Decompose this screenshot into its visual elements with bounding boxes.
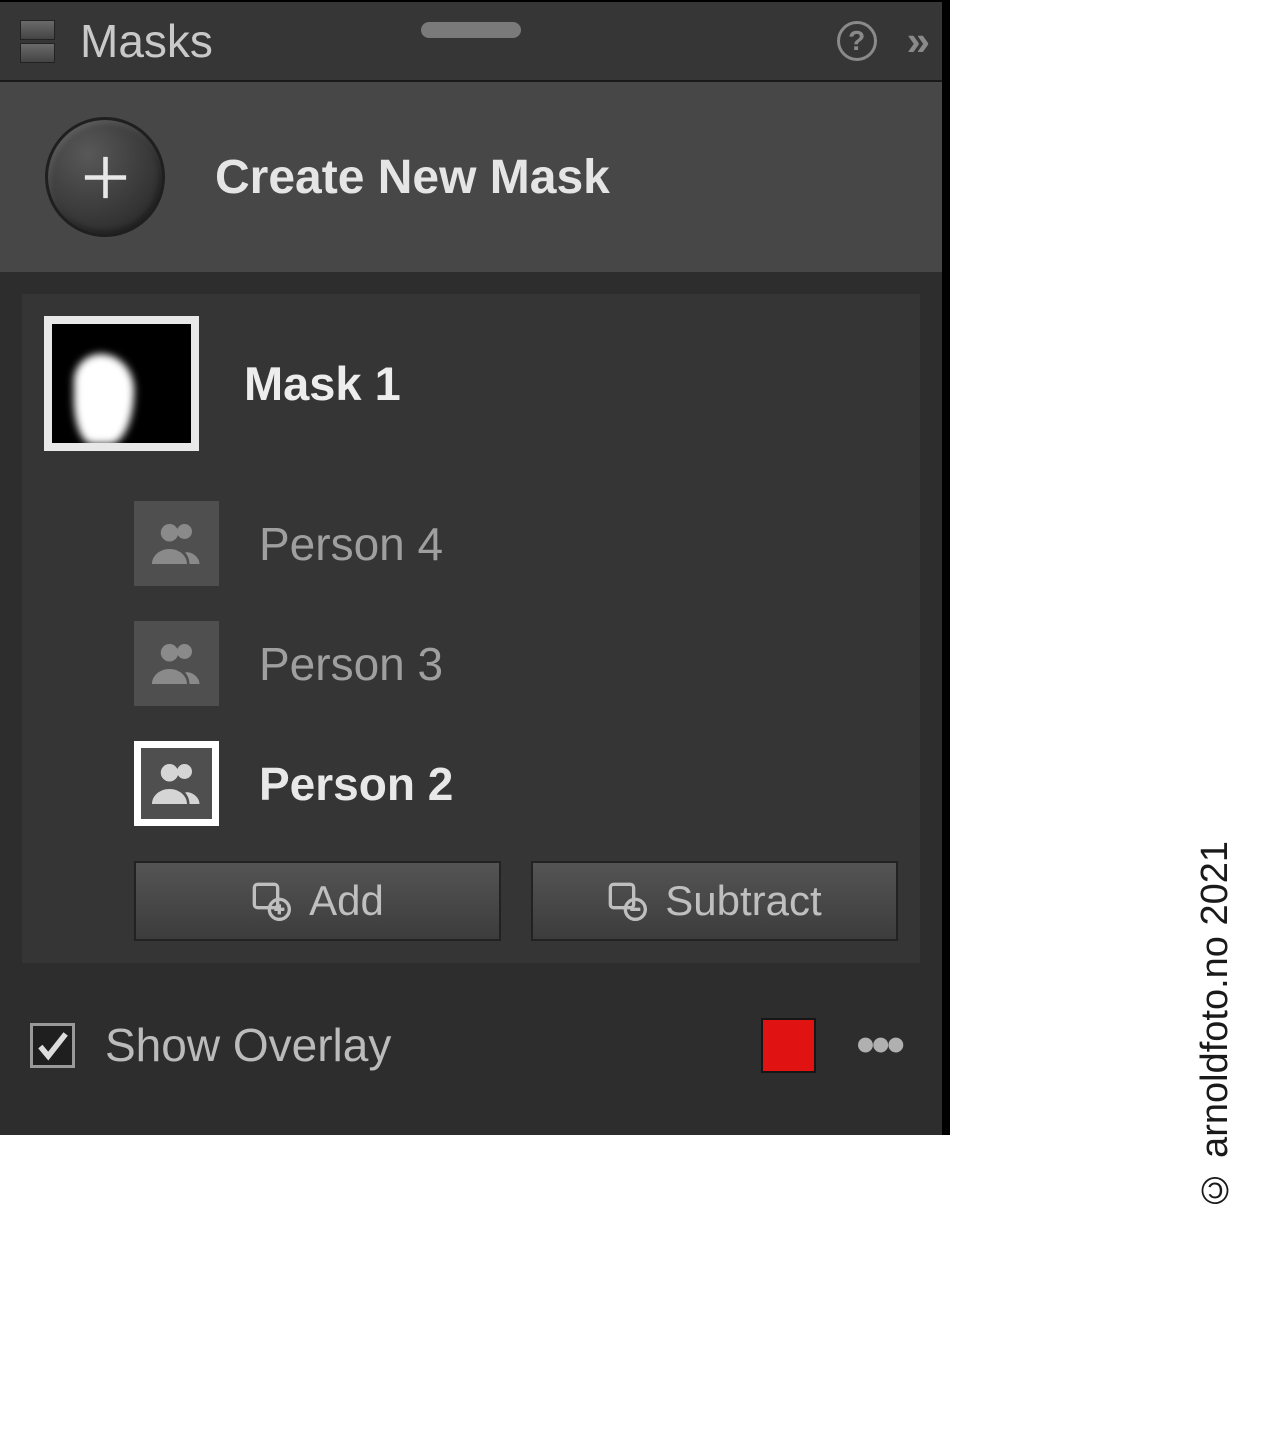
- plus-icon: [78, 150, 133, 205]
- people-icon: [147, 514, 207, 574]
- mask-thumbnail: [44, 316, 199, 451]
- mask-component-item[interactable]: Person 4: [134, 501, 898, 586]
- panel-title: Masks: [80, 14, 213, 68]
- checkmark-icon: [34, 1026, 72, 1064]
- component-label: Person 3: [259, 637, 443, 691]
- mask-name: Mask 1: [244, 356, 401, 411]
- mask-components: Person 4 Person 3 Person 2: [44, 501, 898, 826]
- dock-icon[interactable]: [20, 16, 55, 66]
- people-icon: [147, 754, 207, 814]
- panel-titlebar: Masks ? »: [0, 2, 942, 82]
- copyright-text: © arnoldfoto.no 2021: [1194, 841, 1237, 1211]
- overlay-color-swatch[interactable]: [761, 1018, 816, 1073]
- masks-panel: Masks ? » Create New Mask Mask 1: [0, 0, 950, 1135]
- more-options-icon[interactable]: •••: [846, 1015, 912, 1075]
- help-icon[interactable]: ?: [837, 21, 877, 61]
- create-mask-button[interactable]: [45, 117, 165, 237]
- create-mask-label: Create New Mask: [215, 150, 610, 205]
- add-button[interactable]: Add: [134, 861, 501, 941]
- people-icon: [147, 634, 207, 694]
- mask-actions: Add Subtract: [44, 861, 898, 941]
- show-overlay-label: Show Overlay: [105, 1018, 391, 1072]
- show-overlay-checkbox[interactable]: [30, 1023, 75, 1068]
- panel-footer: Show Overlay •••: [0, 985, 942, 1075]
- collapse-icon[interactable]: »: [907, 17, 922, 65]
- component-label: Person 2: [259, 757, 453, 811]
- mask-component-item[interactable]: Person 2: [134, 741, 898, 826]
- component-thumbnail: [134, 741, 219, 826]
- add-mask-icon: [251, 881, 291, 921]
- mask-item[interactable]: Mask 1: [44, 316, 898, 451]
- subtract-mask-icon: [607, 881, 647, 921]
- component-thumbnail: [134, 501, 219, 586]
- component-label: Person 4: [259, 517, 443, 571]
- drag-handle-icon[interactable]: [421, 22, 521, 38]
- mask-component-item[interactable]: Person 3: [134, 621, 898, 706]
- add-label: Add: [309, 877, 384, 925]
- subtract-label: Subtract: [665, 877, 821, 925]
- component-thumbnail: [134, 621, 219, 706]
- create-mask-section: Create New Mask: [0, 82, 942, 272]
- subtract-button[interactable]: Subtract: [531, 861, 898, 941]
- masks-list: Mask 1 Person 4 Person 3: [22, 294, 920, 963]
